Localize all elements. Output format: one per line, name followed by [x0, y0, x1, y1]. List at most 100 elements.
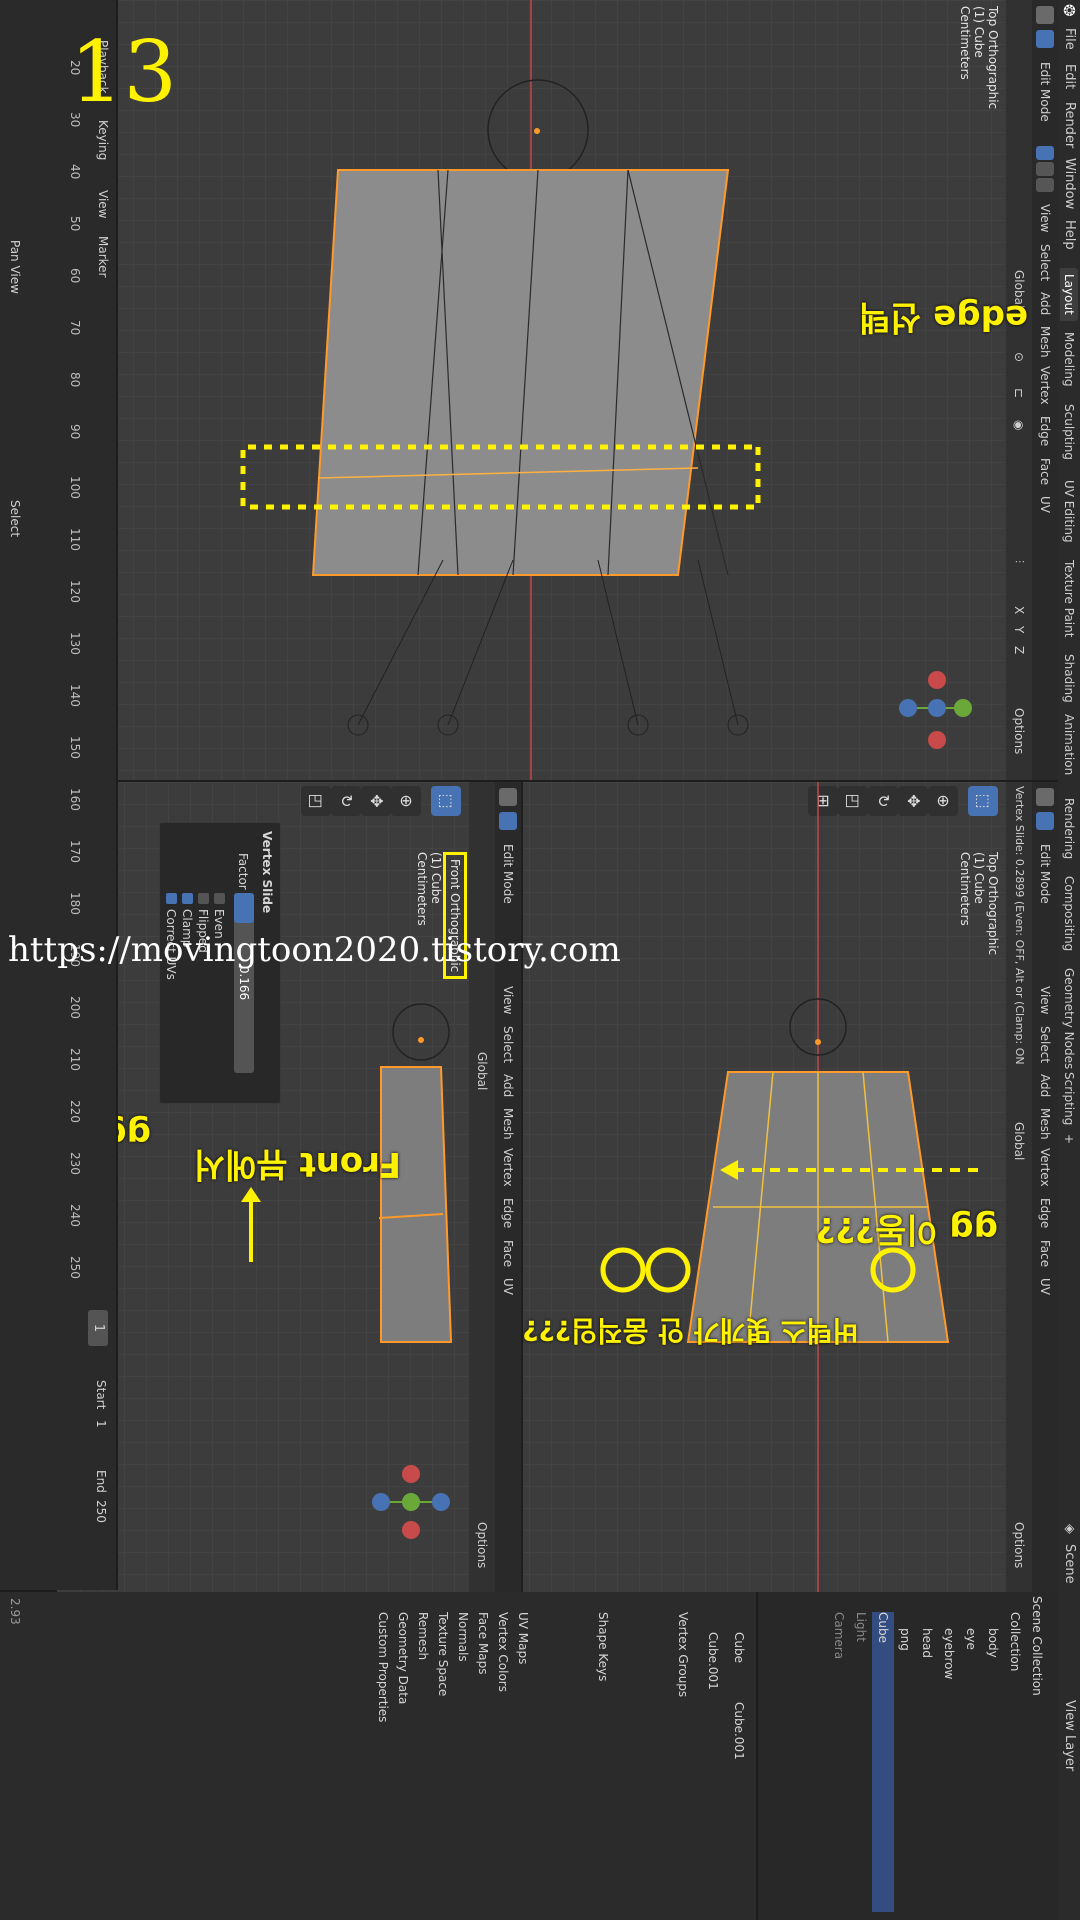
navigation-gizmo	[899, 671, 972, 749]
correct-uvs-checkbox[interactable]	[166, 893, 177, 904]
outliner-row[interactable]: body	[982, 1628, 1004, 1658]
object-origin	[815, 1039, 821, 1045]
outliner-row[interactable]: png	[894, 1628, 916, 1651]
factor-slider[interactable]: 0.166	[234, 893, 254, 1073]
factor-label: Factor	[236, 853, 250, 890]
section-geometry-data[interactable]: Geometry Data	[396, 1612, 410, 1704]
armature-bones	[347, 559, 749, 736]
tab-shading[interactable]: Shading	[1060, 648, 1078, 709]
frame-tick-label: 170	[68, 840, 82, 863]
annotation-front-view: Front 뷰에서	[193, 1144, 401, 1184]
start-label: Start	[94, 1380, 108, 1410]
outliner-row[interactable]: eyebrow	[938, 1628, 960, 1679]
section-shape-keys[interactable]: Shape Keys	[596, 1612, 610, 1681]
current-frame-field[interactable]: 1	[88, 1310, 108, 1346]
outliner-row[interactable]: Light	[850, 1612, 872, 1642]
section-custom-properties[interactable]: Custom Properties	[376, 1612, 390, 1722]
properties-editor[interactable]: Cube Cube.001 Cube.001 Vertex Groups Sha…	[0, 1592, 756, 1920]
viewport-top[interactable]: Edit Mode View Select Add Mesh Vertex Ed…	[118, 0, 1058, 780]
tab-scripting[interactable]: Scripting	[1060, 1066, 1078, 1131]
frame-tick-label: 220	[68, 1100, 82, 1123]
start-value[interactable]: 1	[94, 1420, 108, 1428]
tab-modeling[interactable]: Modeling	[1060, 326, 1078, 393]
outliner-row[interactable]: Collection	[1004, 1612, 1026, 1671]
factor-value: 0.166	[237, 965, 251, 1001]
section-texture-space[interactable]: Texture Space	[436, 1612, 450, 1696]
tab-compositing[interactable]: Compositing	[1060, 870, 1078, 957]
frame-tick-label: 110	[68, 528, 82, 551]
view-layer-selector[interactable]: View Layer	[1062, 1700, 1077, 1771]
status-select: Select	[8, 500, 22, 538]
mesh-name-field[interactable]: Cube.001	[706, 1632, 720, 1690]
skirt-mesh-side	[380, 1066, 453, 1343]
frame-tick-label: 160	[68, 788, 82, 811]
flipped-checkbox[interactable]	[198, 893, 209, 904]
step-number: 13	[70, 23, 177, 121]
head-bone-circle	[392, 1003, 450, 1061]
blender-window: ❂ File Edit Render Window Help Layout Mo…	[0, 0, 1080, 1920]
viewport-top-scene	[240, 0, 972, 780]
page: ❂ File Edit Render Window Help Layout Mo…	[0, 0, 1080, 1920]
annotation-gg-move-question: gg 이동???	[815, 1209, 998, 1249]
viewport-right[interactable]: Edit Mode View Select Add Mesh Vertex Ed…	[523, 780, 1058, 1592]
frame-tick-label: 60	[68, 268, 82, 284]
outliner-row[interactable]: Scene Collection	[1026, 1596, 1048, 1696]
frame-tick-label: 240	[68, 1204, 82, 1227]
frame-tick-label: 70	[68, 320, 82, 336]
annotation-edge-select: edge 선택	[858, 297, 1028, 337]
tab-geometry-nodes[interactable]: Geometry Nodes	[1060, 962, 1078, 1075]
section-normals[interactable]: Normals	[456, 1612, 470, 1662]
outliner-row[interactable]: Camera	[828, 1612, 850, 1659]
status-pan-view: Pan View	[8, 240, 22, 294]
blender-logo-icon[interactable]: ❂	[1060, 4, 1078, 17]
frame-tick-label: 100	[68, 476, 82, 499]
object-origin	[418, 1037, 424, 1043]
section-vertex-groups[interactable]: Vertex Groups	[676, 1612, 690, 1697]
frame-tick-label: 80	[68, 372, 82, 388]
watermark-url: https://movingtoon2020.tistory.com	[8, 930, 621, 970]
operator-panel-title[interactable]: Vertex Slide	[260, 831, 274, 913]
navigation-gizmo	[372, 1465, 450, 1539]
tab-sculpting[interactable]: Sculpting	[1060, 398, 1078, 466]
end-label: End	[94, 1470, 108, 1493]
section-remesh[interactable]: Remesh	[416, 1612, 430, 1660]
menu-file[interactable]: File	[1062, 28, 1077, 50]
version-label: 2.93	[8, 1598, 22, 1625]
scene-selector[interactable]: Scene	[1062, 1544, 1077, 1584]
frame-tick-label: 130	[68, 632, 82, 655]
outliner[interactable]: Scene Collection Collection body eye eye…	[758, 1592, 1058, 1920]
end-value[interactable]: 250	[94, 1500, 108, 1523]
viewport-left[interactable]: Edit Mode View Select Add Mesh Vertex Ed…	[57, 780, 521, 1592]
frame-tick-label: 120	[68, 580, 82, 603]
section-uv-maps[interactable]: UV Maps	[516, 1612, 530, 1664]
breadcrumb-mesh: Cube.001	[732, 1702, 746, 1760]
even-checkbox[interactable]	[214, 893, 225, 904]
tab-texture-paint[interactable]: Texture Paint	[1060, 554, 1078, 643]
frame-tick-label: 180	[68, 892, 82, 915]
clamp-checkbox[interactable]	[182, 893, 193, 904]
menu-edit[interactable]: Edit	[1062, 64, 1077, 89]
section-face-maps[interactable]: Face Maps	[476, 1612, 490, 1675]
add-workspace-button[interactable]: +	[1060, 1128, 1078, 1150]
frame-tick-label: 50	[68, 216, 82, 232]
timeline-editor[interactable]: Playback Keying View Marker 20 30 40 50 60 70…	[0, 0, 118, 1590]
annotation-vertices-not-moving: 버택스 몇개가 안 움직임???	[523, 1314, 858, 1347]
object-origin	[534, 128, 540, 134]
frame-ruler[interactable]: 20 30 40 50 60 70 80 90 100 110 120 130 140 150 160 170…	[56, 0, 116, 1590]
tab-animation[interactable]: Animation	[1060, 708, 1078, 781]
outliner-row[interactable]: head	[916, 1628, 938, 1658]
menu-help[interactable]: Help	[1062, 220, 1077, 250]
menu-window[interactable]: Window	[1062, 158, 1077, 209]
top-bar: ❂ File Edit Render Window Help Layout Mo…	[1058, 0, 1080, 1920]
menu-render[interactable]: Render	[1062, 102, 1077, 148]
tab-rendering[interactable]: Rendering	[1060, 792, 1078, 865]
section-vertex-colors[interactable]: Vertex Colors	[496, 1612, 510, 1692]
frame-tick-label: 250	[68, 1256, 82, 1279]
viewport-right-scene	[600, 782, 978, 1592]
outliner-row-selected[interactable]: Cube	[872, 1612, 894, 1912]
tab-uv-editing[interactable]: UV Editing	[1060, 474, 1078, 549]
outliner-row[interactable]: eye	[960, 1628, 982, 1650]
tab-layout[interactable]: Layout	[1060, 268, 1078, 321]
frame-tick-label: 230	[68, 1152, 82, 1175]
scene-icon[interactable]: ◈	[1062, 1524, 1077, 1534]
